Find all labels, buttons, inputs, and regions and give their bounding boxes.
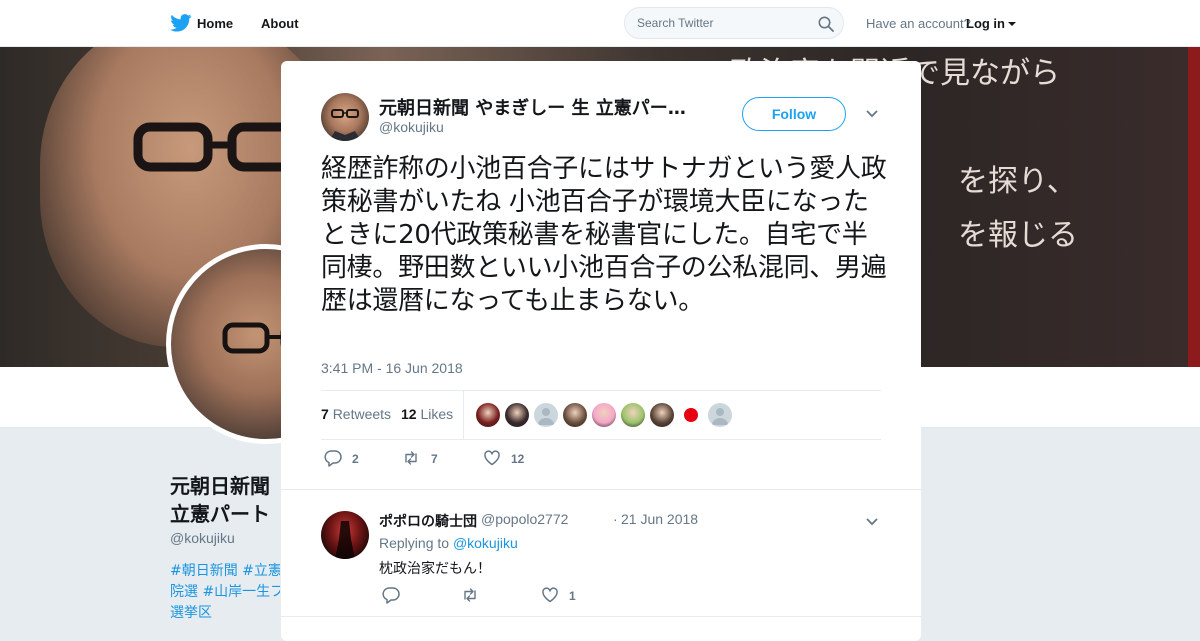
divider bbox=[281, 489, 921, 490]
replying-to: Replying to @kokujiku bbox=[379, 535, 518, 551]
reply-avatar[interactable] bbox=[321, 511, 369, 559]
liker-avatar[interactable] bbox=[563, 403, 587, 427]
retweet-icon[interactable] bbox=[402, 449, 420, 467]
profile-name-line: 立憲パート bbox=[170, 502, 270, 526]
replying-to-handle[interactable]: @kokujiku bbox=[453, 535, 518, 551]
top-navigation-bar: Home About Have an account? Log in bbox=[0, 0, 1200, 47]
liker-avatar[interactable] bbox=[592, 403, 616, 427]
author-avatar[interactable] bbox=[321, 93, 369, 141]
close-icon[interactable] bbox=[1154, 13, 1178, 37]
search-icon[interactable] bbox=[818, 16, 834, 32]
author-avatar-glasses bbox=[329, 109, 361, 141]
retweet-label: Retweets bbox=[332, 406, 392, 422]
profile-handle: @kokujiku bbox=[170, 530, 235, 546]
retweet-icon[interactable] bbox=[461, 586, 479, 604]
reply-tweet[interactable]: ポポロの騎士団 @popolo2772 · 21 Jun 2018 Replyi… bbox=[321, 509, 881, 609]
default-avatar[interactable] bbox=[534, 403, 558, 427]
author-name[interactable]: 元朝日新聞 やまぎしー 生 立憲パートナーズ bbox=[379, 94, 689, 120]
reply-count: 2 bbox=[352, 452, 359, 466]
tweet-actions: 2 7 12 bbox=[321, 449, 881, 469]
profile-name-line: 元朝日新聞 bbox=[170, 474, 270, 498]
tweet-modal: 元朝日新聞 やまぎしー 生 立憲パートナーズ @kokujiku Follow … bbox=[281, 61, 921, 641]
twitter-bird-icon[interactable] bbox=[170, 14, 192, 32]
retweet-count: 7 bbox=[321, 406, 329, 422]
chevron-down-icon[interactable] bbox=[865, 517, 879, 527]
reply-actions: 1 bbox=[379, 586, 679, 607]
account-prompt: Have an account? bbox=[866, 16, 971, 31]
liker-avatar[interactable] bbox=[621, 403, 645, 427]
reply-icon[interactable] bbox=[324, 449, 342, 467]
chevron-down-icon[interactable] bbox=[865, 109, 879, 119]
heart-icon[interactable] bbox=[483, 449, 501, 467]
retweet-stat[interactable]: 7 Retweets bbox=[321, 406, 391, 422]
likes-label: Likes bbox=[420, 406, 454, 422]
follow-button[interactable]: Follow bbox=[742, 97, 846, 131]
reply-icon[interactable] bbox=[382, 586, 400, 604]
tweet-stats: 7 Retweets 12 Likes bbox=[321, 390, 881, 440]
author-handle[interactable]: @kokujiku bbox=[379, 119, 444, 135]
profile-bio-line[interactable]: 院選 #山岸一生フ bbox=[170, 582, 280, 603]
search-box bbox=[624, 7, 844, 39]
reply-author-handle[interactable]: @popolo2772 bbox=[481, 511, 568, 527]
heart-icon[interactable] bbox=[541, 586, 559, 604]
japan-flag-avatar[interactable] bbox=[679, 403, 703, 427]
replying-to-label: Replying to bbox=[379, 535, 450, 551]
nav-about-link[interactable]: About bbox=[261, 16, 299, 31]
tweet-timestamp[interactable]: 3:41 PM - 16 Jun 2018 bbox=[321, 360, 463, 376]
divider bbox=[281, 616, 921, 617]
liker-avatar[interactable] bbox=[650, 403, 674, 427]
retweet-count-action: 7 bbox=[431, 452, 438, 466]
profile-bio-line[interactable]: 選挙区 bbox=[170, 603, 280, 624]
likes-count: 12 bbox=[401, 406, 417, 422]
stats-divider bbox=[463, 391, 464, 439]
login-link[interactable]: Log in bbox=[966, 16, 1005, 31]
profile-name: 元朝日新聞 立憲パート bbox=[170, 472, 280, 528]
chevron-down-icon[interactable] bbox=[1008, 22, 1016, 26]
like-count-action: 12 bbox=[511, 452, 525, 466]
reply-date[interactable]: 21 Jun 2018 bbox=[621, 511, 698, 527]
reply-like-count: 1 bbox=[569, 589, 576, 603]
banner-accent-bar bbox=[1188, 47, 1200, 367]
reply-avatar-figure bbox=[335, 521, 355, 559]
profile-bio-line[interactable]: #朝日新聞 #立憲 # bbox=[170, 561, 280, 582]
search-input[interactable] bbox=[637, 16, 807, 30]
tweet-text: 経歴詐称の小池百合子にはサトナガという愛人政策秘書がいたね 小池百合子が環境大臣… bbox=[321, 154, 887, 316]
reply-text: 枕政治家だもん！ bbox=[379, 561, 491, 577]
liker-avatar[interactable] bbox=[476, 403, 500, 427]
profile-bio: #朝日新聞 #立憲 # 院選 #山岸一生フ 選挙区 bbox=[170, 561, 280, 624]
reply-separator: · bbox=[613, 511, 618, 527]
liker-avatar[interactable] bbox=[505, 403, 529, 427]
reply-author-name[interactable]: ポポロの騎士団 bbox=[379, 511, 477, 531]
default-avatar[interactable] bbox=[708, 403, 732, 427]
nav-home-link[interactable]: Home bbox=[197, 16, 233, 31]
likes-stat[interactable]: 12 Likes bbox=[401, 406, 453, 422]
